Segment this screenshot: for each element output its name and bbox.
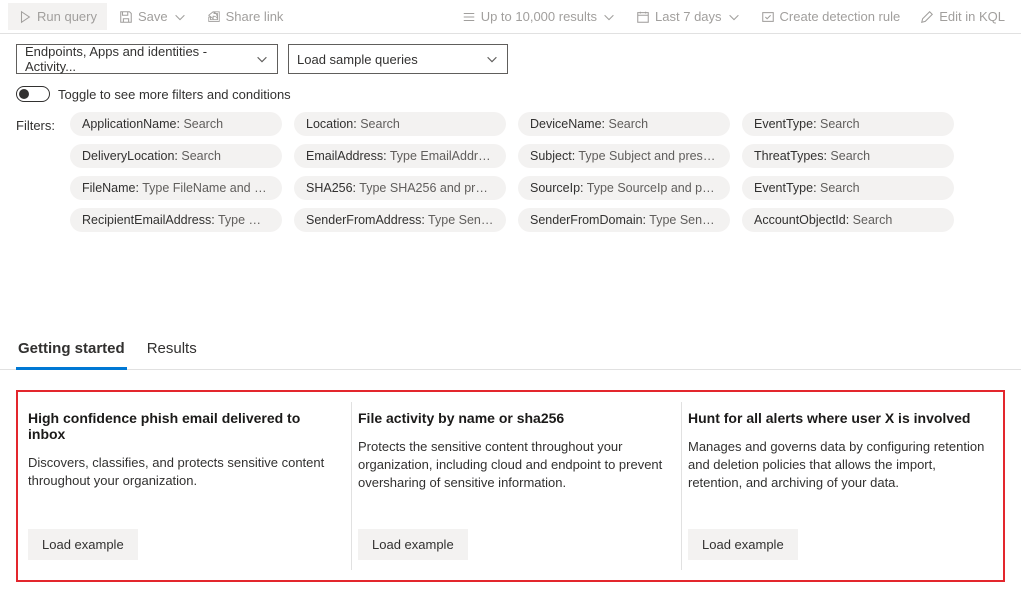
play-icon: [18, 10, 32, 24]
cards-row: High confidence phish email delivered to…: [28, 402, 993, 570]
filter-pill[interactable]: SenderFromDomain: Type Sende...: [518, 208, 730, 232]
chevron-down-icon: [485, 52, 499, 66]
chevron-down-icon: [602, 10, 616, 24]
chevron-down-icon: [255, 52, 269, 66]
filter-pill[interactable]: FileName: Type FileName and pr...: [70, 176, 282, 200]
run-query-button[interactable]: Run query: [8, 3, 107, 30]
filter-pill[interactable]: DeliveryLocation: Search: [70, 144, 282, 168]
share-link-button[interactable]: Share link: [199, 5, 292, 28]
detection-icon: [761, 10, 775, 24]
sample-card: High confidence phish email delivered to…: [28, 402, 352, 570]
toolbar-left: Run query Save Share link: [8, 3, 291, 30]
tab-getting-started[interactable]: Getting started: [16, 332, 127, 370]
time-range-label: Last 7 days: [655, 9, 722, 24]
tab-getting-started-label: Getting started: [18, 340, 125, 357]
filters-toggle-row: Toggle to see more filters and condition…: [0, 82, 1021, 112]
filters-toggle-label: Toggle to see more filters and condition…: [58, 87, 291, 102]
save-icon: [119, 10, 133, 24]
scope-dropdown-label: Endpoints, Apps and identities - Activit…: [25, 44, 255, 74]
sample-queries-label: Load sample queries: [297, 52, 418, 67]
filter-pill[interactable]: SenderFromAddress: Type Send...: [294, 208, 506, 232]
card-title: File activity by name or sha256: [358, 410, 663, 426]
filter-pill[interactable]: RecipientEmailAddress: Type Rec...: [70, 208, 282, 232]
sample-card: File activity by name or sha256 Protects …: [352, 402, 682, 570]
sample-card: Hunt for all alerts where user X is invo…: [682, 402, 993, 570]
filter-pill[interactable]: AccountObjectId: Search: [742, 208, 954, 232]
share-icon: [207, 10, 221, 24]
time-range-button[interactable]: Last 7 days: [628, 5, 749, 28]
sample-queries-dropdown[interactable]: Load sample queries: [288, 44, 508, 74]
filter-pill[interactable]: Location: Search: [294, 112, 506, 136]
save-label: Save: [138, 9, 168, 24]
filter-pill[interactable]: EventType: Search: [742, 112, 954, 136]
list-icon: [462, 10, 476, 24]
filters-grid: ApplicationName: Search Location: Search D…: [70, 112, 954, 232]
scope-dropdown[interactable]: Endpoints, Apps and identities - Activit…: [16, 44, 278, 74]
results-limit-button[interactable]: Up to 10,000 results: [454, 5, 624, 28]
filters-toggle[interactable]: [16, 86, 50, 102]
chevron-down-icon: [727, 10, 741, 24]
filters-heading: Filters:: [16, 112, 60, 232]
tab-results-label: Results: [147, 340, 197, 357]
edit-kql-label: Edit in KQL: [939, 9, 1005, 24]
create-detection-rule-button[interactable]: Create detection rule: [753, 5, 909, 28]
card-title: High confidence phish email delivered to…: [28, 410, 333, 442]
save-button[interactable]: Save: [111, 5, 195, 28]
cards-area: High confidence phish email delivered to…: [0, 370, 1021, 598]
filter-pill[interactable]: ApplicationName: Search: [70, 112, 282, 136]
filter-pill[interactable]: EmailAddress: Type EmailAddres...: [294, 144, 506, 168]
filters-section: Filters: ApplicationName: Search Location…: [0, 112, 1021, 244]
create-rule-label: Create detection rule: [780, 9, 901, 24]
tabs: Getting started Results: [0, 244, 1021, 370]
card-description: Manages and governs data by configuring …: [688, 438, 993, 493]
filter-pill[interactable]: EventType: Search: [742, 176, 954, 200]
filter-pill[interactable]: ThreatTypes: Search: [742, 144, 954, 168]
load-example-button[interactable]: Load example: [688, 529, 798, 560]
calendar-icon: [636, 10, 650, 24]
card-description: Protects the sensitive content throughou…: [358, 438, 663, 493]
share-link-label: Share link: [226, 9, 284, 24]
cards-highlight: High confidence phish email delivered to…: [16, 390, 1005, 582]
dropdown-row: Endpoints, Apps and identities - Activit…: [0, 34, 1021, 82]
toolbar-right: Up to 10,000 results Last 7 days Create …: [454, 5, 1013, 28]
load-example-button[interactable]: Load example: [28, 529, 138, 560]
toolbar: Run query Save Share link Up to 10,000 r…: [0, 0, 1021, 34]
run-query-label: Run query: [37, 9, 97, 24]
filter-pill[interactable]: SHA256: Type SHA256 and pres...: [294, 176, 506, 200]
pencil-icon: [920, 10, 934, 24]
card-description: Discovers, classifies, and protects sens…: [28, 454, 333, 493]
card-title: Hunt for all alerts where user X is invo…: [688, 410, 993, 426]
results-limit-label: Up to 10,000 results: [481, 9, 597, 24]
load-example-button[interactable]: Load example: [358, 529, 468, 560]
edit-kql-button[interactable]: Edit in KQL: [912, 5, 1013, 28]
filter-pill[interactable]: DeviceName: Search: [518, 112, 730, 136]
tab-results[interactable]: Results: [145, 332, 199, 369]
filter-pill[interactable]: Subject: Type Subject and press ...: [518, 144, 730, 168]
filter-pill[interactable]: SourceIp: Type SourceIp and pre...: [518, 176, 730, 200]
chevron-down-icon: [173, 10, 187, 24]
